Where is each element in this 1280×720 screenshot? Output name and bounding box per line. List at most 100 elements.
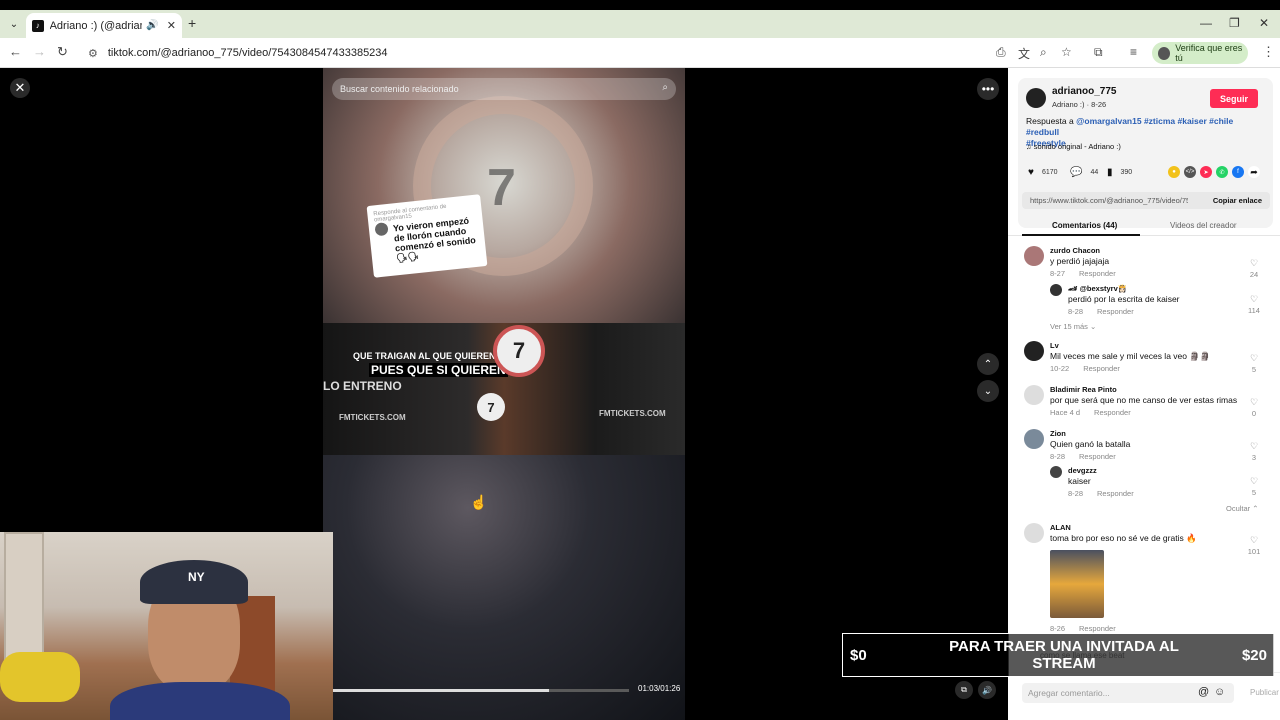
os-top-strip [0, 0, 1280, 10]
comment-author[interactable]: Bladimir Rea Pinto [1050, 385, 1117, 394]
captions-icon[interactable]: ⧉ [955, 681, 973, 699]
add-comment-bar: Agregar comentario... @ ☺ Publicar [1008, 672, 1280, 720]
address-bar[interactable]: ⚙ tiktok.com/@adrianoo_775/video/7543084… [82, 42, 982, 64]
volume-icon[interactable]: 🔊 [978, 681, 996, 699]
webcam-door [4, 532, 44, 672]
restore-icon[interactable]: ❐ [1229, 16, 1240, 30]
saves-stat[interactable]: ▮ 390 [1107, 167, 1132, 178]
next-video-icon[interactable]: ⌄ [977, 380, 999, 402]
comment-author[interactable]: zurdo Chacon [1050, 246, 1100, 255]
copy-link-button[interactable]: Copiar enlace [1213, 196, 1262, 205]
whatsapp-icon[interactable]: ✆ [1216, 166, 1228, 178]
comment-author[interactable]: Zion [1050, 429, 1066, 438]
comment-author[interactable]: 🏎 @bexstyrv👸🏻 [1068, 284, 1127, 293]
comment-meta: 8-28 Responder [1068, 489, 1134, 498]
like-heart-icon[interactable]: ♡ [1246, 397, 1262, 408]
comment-avatar[interactable] [1024, 246, 1044, 266]
video-progress-bar[interactable] [333, 689, 629, 692]
reply-link[interactable]: Responder [1079, 269, 1116, 278]
share-send-icon[interactable]: ➤ [1200, 166, 1212, 178]
reply-link[interactable]: Responder [1097, 489, 1134, 498]
comment-image-thumbnail[interactable] [1050, 550, 1104, 618]
mention-icon[interactable]: @ [1198, 686, 1209, 698]
search-icon[interactable]: ⌕ [662, 82, 668, 93]
publish-button[interactable]: Publicar [1250, 688, 1279, 697]
desc-mention[interactable]: @omargalvan15 [1076, 116, 1141, 126]
like-heart-icon[interactable]: ♡ [1246, 535, 1262, 546]
reply-link[interactable]: Responder [1079, 452, 1116, 461]
comment-avatar[interactable] [1050, 466, 1062, 478]
share-code-icon[interactable]: </> [1184, 166, 1196, 178]
reply-link[interactable]: Responder [1094, 408, 1131, 417]
author-avatar[interactable] [1026, 88, 1046, 108]
comment-date: 8-28 [1068, 307, 1084, 316]
emoji-icon[interactable]: ☺ [1214, 686, 1225, 698]
tab-search-icon[interactable]: ⌄ [6, 16, 22, 32]
media-control-icon[interactable]: ≡ [1130, 45, 1137, 59]
comment-avatar[interactable] [1024, 523, 1044, 543]
reply-link[interactable]: Responder [1079, 624, 1116, 633]
window-close-icon[interactable]: ✕ [1259, 16, 1269, 30]
extensions-icon[interactable]: ⧉ [1094, 45, 1103, 60]
ticket-text-left: FMTICKETS.COM [339, 413, 406, 422]
speaker-icon[interactable]: 🔊 [146, 20, 158, 31]
tab-comments[interactable]: Comentarios (44) [1052, 221, 1117, 230]
minimize-icon[interactable]: — [1200, 16, 1212, 30]
hide-replies-link[interactable]: Ocultar ⌃ [1226, 504, 1259, 513]
comment-date: 8-28 [1068, 489, 1084, 498]
comment-author[interactable]: Lv [1050, 341, 1059, 350]
close-video-icon[interactable]: ✕ [10, 78, 30, 98]
reply-link[interactable]: Responder [1083, 364, 1120, 373]
reload-icon[interactable]: ↻ [57, 44, 68, 60]
share-embed-icon[interactable]: ● [1168, 166, 1180, 178]
facebook-icon[interactable]: f [1232, 166, 1244, 178]
reply-link[interactable]: Responder [1097, 307, 1134, 316]
comment-like-count: 0 [1251, 409, 1257, 418]
webcam-overlay: NY [0, 532, 333, 720]
comment-avatar[interactable] [1050, 284, 1062, 296]
like-heart-icon[interactable]: ♡ [1246, 353, 1262, 364]
video-time: 01:03/01:26 [638, 684, 681, 693]
verify-button[interactable]: Verifica que eres tú [1152, 42, 1248, 64]
follow-button[interactable]: Seguir [1210, 89, 1258, 108]
author-username[interactable]: adrianoo_775 [1052, 86, 1116, 97]
translate-icon[interactable]: 文 [1018, 45, 1030, 62]
likes-stat[interactable]: ♥ 6170 [1028, 167, 1058, 178]
back-icon[interactable]: ← [9, 44, 22, 59]
comments-stat[interactable]: 💬 44 [1070, 167, 1098, 178]
related-search-input[interactable]: Buscar contenido relacionado ⌕ [332, 78, 676, 100]
comment-like-count: 3 [1251, 453, 1257, 462]
view-more-replies-link[interactable]: Ver 15 más ⌄ [1050, 322, 1096, 331]
comment-author[interactable]: devgzzz [1068, 466, 1097, 475]
more-options-icon[interactable]: ••• [977, 78, 999, 100]
post-link[interactable]: https://www.tiktok.com/@adrianoo_775/vid… [1030, 196, 1188, 205]
browser-menu-icon[interactable]: ⋮ [1262, 44, 1275, 60]
browser-tab[interactable]: ♪ Adriano :) (@adrianoo_775) 🔊 ✕ [26, 13, 182, 38]
like-heart-icon[interactable]: ♡ [1246, 258, 1262, 269]
site-info-icon[interactable]: ⚙ [88, 47, 98, 60]
previous-video-icon[interactable]: ⌃ [977, 353, 999, 375]
like-heart-icon[interactable]: ♡ [1246, 441, 1262, 452]
new-tab-icon[interactable]: + [188, 15, 196, 31]
zoom-icon[interactable]: ⌕ [1040, 45, 1047, 60]
like-heart-icon[interactable]: ♡ [1246, 294, 1262, 305]
webcam-shirt [110, 682, 290, 720]
comment-avatar[interactable] [1024, 429, 1044, 449]
comment-meta: 8-26 Responder [1050, 624, 1116, 633]
comment-text: y perdió jajajaja [1050, 256, 1110, 266]
like-heart-icon[interactable]: ♡ [1246, 476, 1262, 487]
bookmark-star-icon[interactable]: ☆ [1061, 45, 1072, 59]
forward-icon[interactable]: → [33, 44, 46, 59]
comment-author[interactable]: ALAN [1050, 523, 1071, 532]
comment-avatar[interactable] [1024, 385, 1044, 405]
sound-line[interactable]: ♫ sonido original - Adriano :) [1026, 142, 1121, 151]
tab-creator-videos[interactable]: Videos del creador [1170, 221, 1237, 230]
video-player[interactable]: 7 QUE TRAIGAN AL QUE QUIEREN, PUES QUE S… [323, 68, 685, 720]
comment-text: Mil veces me sale y mil veces la veo 🗿🗿 [1050, 351, 1211, 361]
comment-meta: 8-28 Responder [1068, 307, 1134, 316]
comment-avatar[interactable] [1024, 341, 1044, 361]
share-more-icon[interactable]: ➦ [1248, 166, 1260, 178]
install-icon[interactable]: ⎙ [996, 45, 1006, 60]
webcam-bedding [0, 652, 80, 702]
tab-close-icon[interactable]: ✕ [167, 19, 176, 32]
